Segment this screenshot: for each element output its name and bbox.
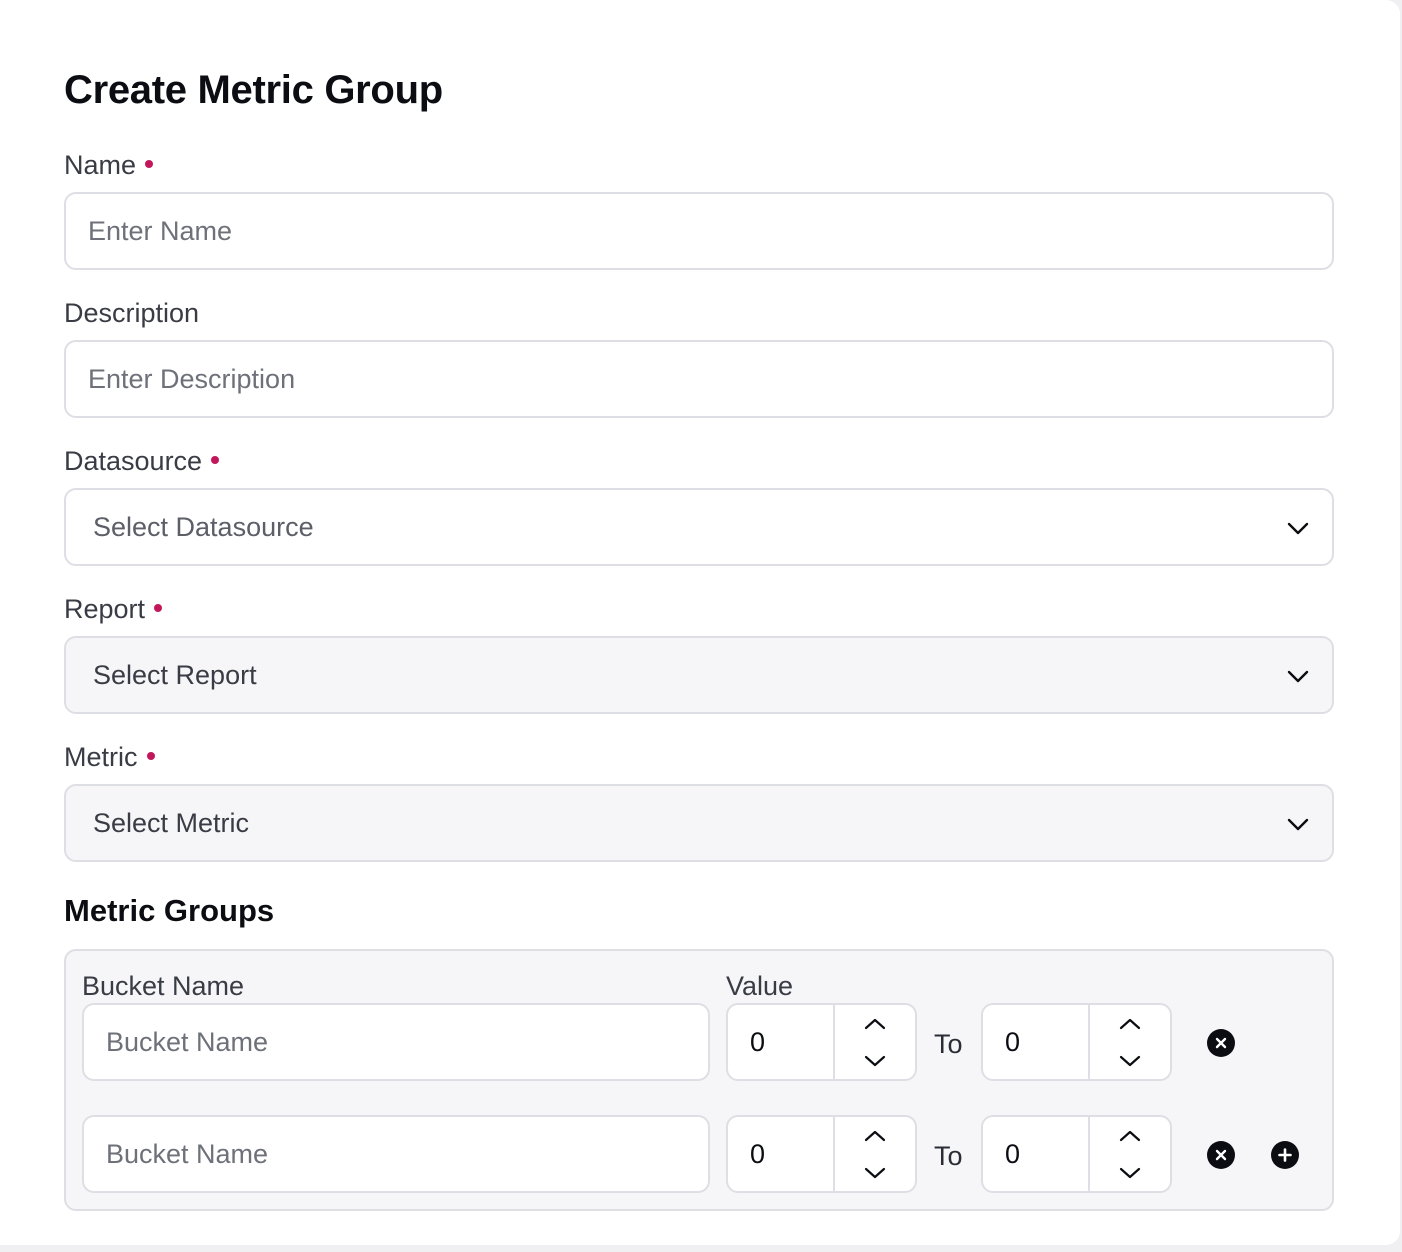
bucket-name-input[interactable]	[84, 1117, 708, 1191]
report-select-value: Select Report	[93, 659, 257, 690]
required-indicator-dot	[146, 751, 155, 760]
decrement-button[interactable]	[1090, 1042, 1170, 1079]
required-indicator-dot	[145, 159, 154, 168]
close-icon	[1215, 1037, 1227, 1049]
datasource-label: Datasource	[64, 446, 220, 477]
datasource-select-value: Select Datasource	[93, 511, 314, 542]
datasource-label-text: Datasource	[64, 446, 203, 476]
description-label-text: Description	[64, 298, 200, 328]
bucket-name-input[interactable]	[84, 1005, 708, 1079]
chevron-down-icon	[1119, 1055, 1141, 1066]
metric-label-text: Metric	[64, 742, 138, 772]
report-label-text: Report	[64, 594, 146, 624]
chevron-down-icon	[864, 1167, 886, 1178]
chevron-down-icon	[1287, 670, 1309, 683]
description-label: Description	[64, 298, 199, 329]
datasource-select[interactable]: Select Datasource	[64, 488, 1334, 566]
decrement-button[interactable]	[835, 1154, 915, 1191]
chevron-down-icon	[864, 1055, 886, 1066]
page-title: Create Metric Group	[64, 68, 443, 112]
value-column-label: Value	[726, 971, 794, 1001]
value-to-stepper[interactable]: 0	[981, 1115, 1172, 1193]
remove-bucket-button[interactable]	[1207, 1141, 1235, 1169]
chevron-up-icon	[1119, 1130, 1141, 1141]
description-input[interactable]	[66, 342, 1332, 416]
chevron-down-icon	[1287, 818, 1309, 831]
chevron-up-icon	[864, 1018, 886, 1029]
decrement-button[interactable]	[835, 1042, 915, 1079]
stepper-controls	[833, 1005, 915, 1079]
value-to-stepper[interactable]: 0	[981, 1003, 1172, 1081]
name-label-text: Name	[64, 150, 137, 180]
stepper-controls	[1088, 1005, 1170, 1079]
add-bucket-button[interactable]	[1271, 1141, 1299, 1169]
stepper-controls	[1088, 1117, 1170, 1191]
description-field[interactable]	[64, 340, 1334, 418]
chevron-down-icon	[1119, 1167, 1141, 1178]
create-metric-group-card: Create Metric Group Name Description Dat…	[0, 0, 1400, 1245]
close-icon	[1215, 1149, 1227, 1161]
remove-bucket-button[interactable]	[1207, 1029, 1235, 1057]
value-to-number[interactable]: 0	[1005, 1005, 1020, 1079]
chevron-up-icon	[864, 1130, 886, 1141]
plus-icon	[1278, 1148, 1292, 1162]
to-label: To	[934, 1029, 963, 1059]
chevron-up-icon	[1119, 1018, 1141, 1029]
decrement-button[interactable]	[1090, 1154, 1170, 1191]
metric-groups-box: Bucket Name Value 0 To 0	[64, 949, 1334, 1211]
required-indicator-dot	[154, 603, 163, 612]
report-select[interactable]: Select Report	[64, 636, 1334, 714]
chevron-down-icon	[1287, 522, 1309, 535]
metric-label: Metric	[64, 742, 155, 773]
value-from-number[interactable]: 0	[750, 1005, 765, 1079]
value-from-stepper[interactable]: 0	[726, 1003, 917, 1081]
bucket-name-field[interactable]	[82, 1003, 710, 1081]
metric-select-value: Select Metric	[93, 807, 250, 838]
increment-button[interactable]	[835, 1117, 915, 1154]
metric-select[interactable]: Select Metric	[64, 784, 1334, 862]
increment-button[interactable]	[1090, 1117, 1170, 1154]
report-label: Report	[64, 594, 163, 625]
bucket-name-column-label: Bucket Name	[82, 971, 245, 1001]
name-input[interactable]	[66, 194, 1332, 268]
increment-button[interactable]	[1090, 1005, 1170, 1042]
name-field[interactable]	[64, 192, 1334, 270]
name-label: Name	[64, 150, 154, 181]
metric-groups-title: Metric Groups	[64, 893, 275, 928]
value-from-stepper[interactable]: 0	[726, 1115, 917, 1193]
bucket-name-field[interactable]	[82, 1115, 710, 1193]
stepper-controls	[833, 1117, 915, 1191]
required-indicator-dot	[211, 455, 220, 464]
value-from-number[interactable]: 0	[750, 1117, 765, 1191]
value-to-number[interactable]: 0	[1005, 1117, 1020, 1191]
increment-button[interactable]	[835, 1005, 915, 1042]
to-label: To	[934, 1141, 963, 1171]
